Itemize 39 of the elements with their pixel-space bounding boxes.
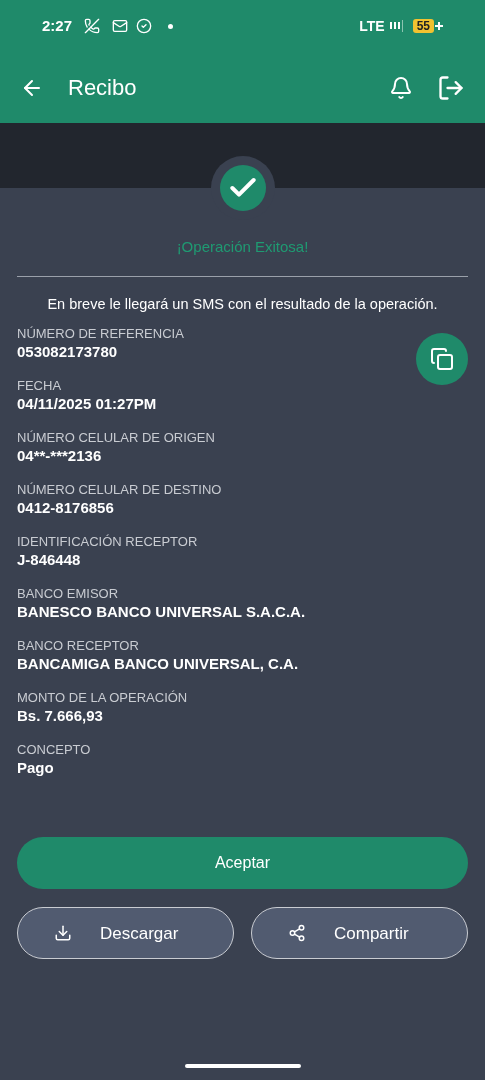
battery-level: 55 bbox=[412, 19, 434, 33]
accept-button[interactable]: Aceptar bbox=[17, 837, 468, 890]
success-icon bbox=[219, 165, 266, 211]
screen-title: Recibo bbox=[68, 74, 137, 102]
field-label: BANCO RECEPTOR bbox=[17, 637, 139, 655]
status-time: 2:27 bbox=[42, 15, 73, 36]
notifications-button[interactable] bbox=[389, 75, 413, 100]
check-circle-icon bbox=[136, 18, 153, 34]
field-value: 04**-***2136 bbox=[17, 446, 102, 466]
copy-icon bbox=[430, 347, 454, 372]
field-value: J-846448 bbox=[17, 550, 81, 570]
download-icon bbox=[54, 924, 72, 943]
field-label: FECHA bbox=[17, 377, 62, 395]
charging-icon bbox=[435, 22, 443, 30]
field-label: MONTO DE LA OPERACIÓN bbox=[17, 689, 188, 707]
download-button[interactable]: Descargar bbox=[17, 907, 234, 960]
field-label: IDENTIFICACIÓN RECEPTOR bbox=[17, 533, 198, 551]
signal-icon bbox=[388, 20, 405, 32]
share-icon bbox=[288, 924, 306, 943]
field-label: BANCO EMISOR bbox=[17, 585, 119, 603]
field-label: CONCEPTO bbox=[17, 741, 91, 759]
logout-button[interactable] bbox=[437, 73, 465, 102]
share-button[interactable]: Compartir bbox=[251, 907, 468, 960]
field-label: NÚMERO CELULAR DE ORIGEN bbox=[17, 429, 215, 447]
field-value: BANCAMIGA BANCO UNIVERSAL, C.A. bbox=[17, 654, 299, 674]
result-message: En breve le llegará un SMS con el resultado de la operación. bbox=[46, 294, 439, 314]
copy-button[interactable] bbox=[416, 333, 468, 386]
field-value: Pago bbox=[17, 758, 54, 778]
field-value: 04/11/2025 01:27PM bbox=[17, 394, 157, 414]
network-type: LTE bbox=[359, 16, 385, 36]
field-label: NÚMERO CELULAR DE DESTINO bbox=[17, 481, 222, 499]
mail-icon bbox=[112, 18, 129, 34]
field-value: 0412-8176856 bbox=[17, 498, 114, 518]
result-title: ¡Operación Exitosa! bbox=[175, 237, 310, 257]
phone-icon bbox=[84, 18, 101, 34]
field-value: Bs. 7.666,93 bbox=[17, 706, 103, 726]
field-value: BANESCO BANCO UNIVERSAL S.A.C.A. bbox=[17, 602, 306, 622]
field-value: 053082173780 bbox=[17, 342, 118, 362]
field-label: NÚMERO DE REFERENCIA bbox=[17, 325, 184, 343]
